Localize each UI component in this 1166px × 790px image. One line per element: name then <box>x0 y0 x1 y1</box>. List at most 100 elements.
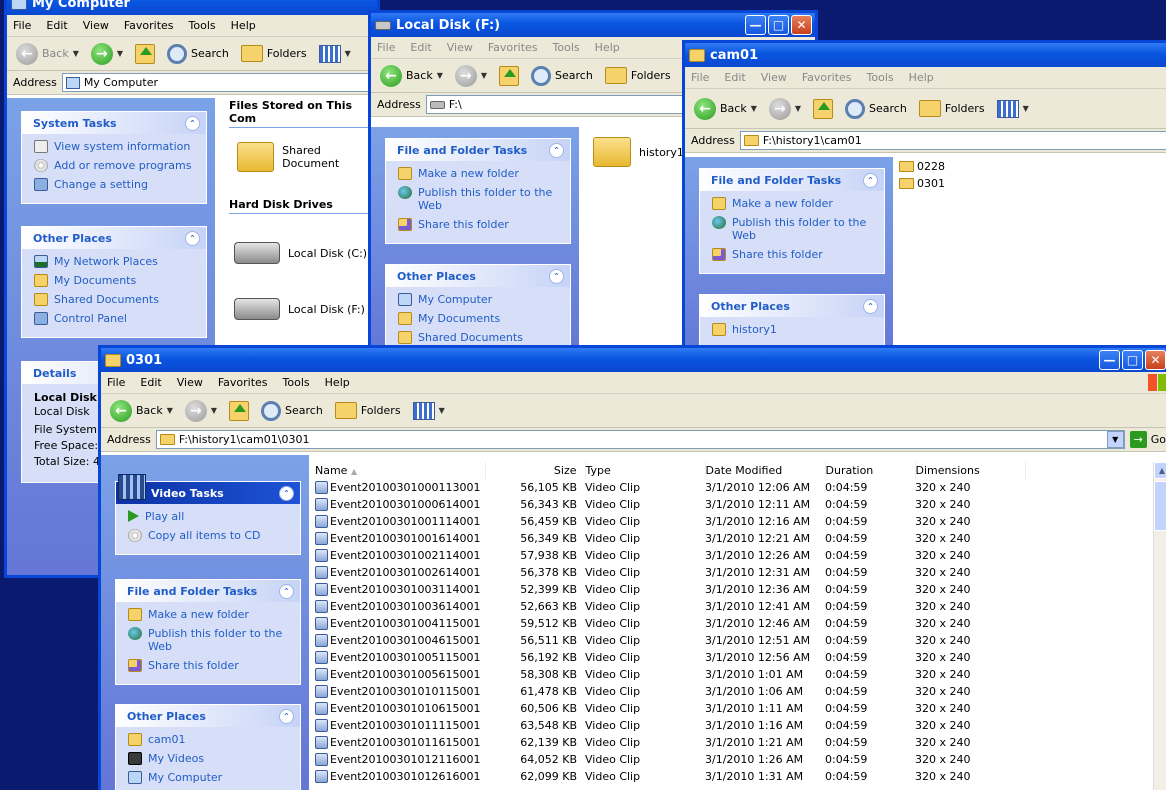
menu-file[interactable]: File <box>13 19 31 32</box>
menu-view[interactable]: View <box>447 41 473 54</box>
panel-header[interactable]: Other Places ⌃ <box>22 227 206 249</box>
up-button[interactable] <box>226 399 252 423</box>
panel-header[interactable]: File and Folder Tasks ⌃ <box>386 139 570 161</box>
menu-favorites[interactable]: Favorites <box>124 19 174 32</box>
column-header-duration[interactable]: Duration <box>825 462 916 479</box>
task-copy-to-cd[interactable]: Copy all items to CD <box>128 529 290 542</box>
task-publish-folder[interactable]: Publish this folder to the Web <box>128 627 290 653</box>
menu-view[interactable]: View <box>177 376 203 389</box>
column-header-type[interactable]: Type <box>585 462 706 479</box>
column-header-dimensions[interactable]: Dimensions <box>915 462 1026 479</box>
table-row[interactable]: Event20100301011615001 62,139 KB Video Cli… <box>315 734 1025 751</box>
task-view-system-info[interactable]: View system information <box>34 140 196 153</box>
titlebar[interactable]: My Computer <box>7 0 377 15</box>
folder-item-0228[interactable]: 0228 <box>899 158 945 175</box>
scroll-thumb[interactable] <box>1154 481 1166 531</box>
panel-header[interactable]: Other Places ⌃ <box>386 265 570 287</box>
minimize-button[interactable]: — <box>1099 350 1120 370</box>
menu-edit[interactable]: Edit <box>724 71 745 84</box>
table-row[interactable]: Event20100301000113001 56,105 KB Video Cli… <box>315 479 1025 496</box>
collapse-icon[interactable]: ⌃ <box>279 485 294 501</box>
task-change-setting[interactable]: Change a setting <box>34 178 196 191</box>
menu-edit[interactable]: Edit <box>140 376 161 389</box>
collapse-icon[interactable]: ⌃ <box>863 298 878 314</box>
back-button[interactable]: ← Back ▼ <box>13 41 82 67</box>
titlebar[interactable]: Local Disk (F:) — □ ✕ <box>371 13 815 37</box>
panel-header[interactable]: Other Places ⌃ <box>116 705 300 727</box>
task-publish-folder[interactable]: Publish this folder to the Web <box>712 216 874 242</box>
task-add-remove-programs[interactable]: Add or remove programs <box>34 159 196 172</box>
menu-favorites[interactable]: Favorites <box>802 71 852 84</box>
place-my-videos[interactable]: My Videos <box>128 752 290 765</box>
menu-file[interactable]: File <box>107 376 125 389</box>
menu-view[interactable]: View <box>83 19 109 32</box>
search-button[interactable]: Search <box>258 399 326 423</box>
column-header-size[interactable]: Size <box>485 462 586 479</box>
table-row[interactable]: Event20100301000614001 56,343 KB Video Cli… <box>315 496 1025 513</box>
table-row[interactable]: Event20100301012116001 64,052 KB Video Cli… <box>315 751 1025 768</box>
collapse-icon[interactable]: ⌃ <box>863 172 878 188</box>
up-button[interactable] <box>810 97 836 121</box>
panel-header[interactable]: File and Folder Tasks ⌃ <box>116 580 300 602</box>
table-row[interactable]: Event20100301005115001 56,192 KB Video Cli… <box>315 649 1025 666</box>
go-button[interactable]: → Go <box>1129 431 1166 448</box>
forward-button[interactable]: → ▼ <box>88 41 126 67</box>
forward-button[interactable]: → ▼ <box>182 398 220 424</box>
scroll-up-button[interactable]: ▲ <box>1154 462 1166 479</box>
menu-help[interactable]: Help <box>231 19 256 32</box>
up-button[interactable] <box>496 64 522 88</box>
search-button[interactable]: Search <box>842 97 910 121</box>
place-cam01[interactable]: cam01 <box>128 733 290 746</box>
task-play-all[interactable]: Play all <box>128 510 290 523</box>
up-button[interactable] <box>132 42 158 66</box>
minimize-button[interactable]: — <box>745 15 766 35</box>
maximize-button[interactable]: □ <box>1122 350 1143 370</box>
titlebar[interactable]: cam01 <box>685 43 1166 67</box>
menu-favorites[interactable]: Favorites <box>218 376 268 389</box>
table-row[interactable]: Event20100301012616001 62,099 KB Video Cli… <box>315 768 1025 785</box>
menu-file[interactable]: File <box>691 71 709 84</box>
back-button[interactable]: ← Back ▼ <box>107 398 176 424</box>
address-dropdown-button[interactable]: ▼ <box>1106 431 1124 448</box>
address-input[interactable]: F:\history1\cam01 <box>739 131 1166 150</box>
table-row[interactable]: Event20100301003114001 52,399 KB Video Cli… <box>315 581 1025 598</box>
table-row[interactable]: Event20100301004615001 56,511 KB Video Cli… <box>315 632 1025 649</box>
task-make-new-folder[interactable]: Make a new folder <box>712 197 874 210</box>
panel-header[interactable]: System Tasks ⌃ <box>22 112 206 134</box>
table-row[interactable]: Event20100301010615001 60,506 KB Video Cli… <box>315 700 1025 717</box>
folder-history1[interactable]: history1 <box>593 137 684 167</box>
collapse-icon[interactable]: ⌃ <box>549 142 564 158</box>
place-my-documents[interactable]: My Documents <box>398 312 560 325</box>
table-row[interactable]: Event20100301002614001 56,378 KB Video Cli… <box>315 564 1025 581</box>
place-my-computer[interactable]: My Computer <box>398 293 560 306</box>
place-my-computer[interactable]: My Computer <box>128 771 290 784</box>
forward-button[interactable]: → ▼ <box>452 63 490 89</box>
vertical-scrollbar[interactable]: ▲ <box>1153 462 1166 790</box>
task-make-new-folder[interactable]: Make a new folder <box>398 167 560 180</box>
folder-item-0301[interactable]: 0301 <box>899 175 945 192</box>
table-row[interactable]: Event20100301002114001 57,938 KB Video Cli… <box>315 547 1025 564</box>
collapse-icon[interactable]: ⌃ <box>279 583 294 599</box>
collapse-icon[interactable]: ⌃ <box>185 115 200 131</box>
place-network[interactable]: My Network Places <box>34 255 196 268</box>
folders-button[interactable]: Folders <box>238 43 310 64</box>
place-shared-documents[interactable]: Shared Documents <box>398 331 560 344</box>
place-control-panel[interactable]: Control Panel <box>34 312 196 325</box>
menu-favorites[interactable]: Favorites <box>488 41 538 54</box>
shared-documents-item[interactable]: Shared Document <box>237 142 377 172</box>
panel-header[interactable]: Other Places ⌃ <box>700 295 884 317</box>
column-header-date-modified[interactable]: Date Modified <box>705 462 826 479</box>
forward-button[interactable]: → ▼ <box>766 96 804 122</box>
task-share-folder[interactable]: Share this folder <box>712 248 874 261</box>
menu-edit[interactable]: Edit <box>410 41 431 54</box>
collapse-icon[interactable]: ⌃ <box>549 268 564 284</box>
task-publish-folder[interactable]: Publish this folder to the Web <box>398 186 560 212</box>
folders-button[interactable]: Folders <box>602 65 674 86</box>
place-my-documents[interactable]: My Documents <box>34 274 196 287</box>
task-make-new-folder[interactable]: Make a new folder <box>128 608 290 621</box>
collapse-icon[interactable]: ⌃ <box>279 708 294 724</box>
column-header-name[interactable]: Name ▲ <box>315 462 486 479</box>
drive-c-item[interactable]: Local Disk (C:) <box>234 242 377 264</box>
menu-help[interactable]: Help <box>909 71 934 84</box>
table-row[interactable]: Event20100301011115001 63,548 KB Video Cli… <box>315 717 1025 734</box>
